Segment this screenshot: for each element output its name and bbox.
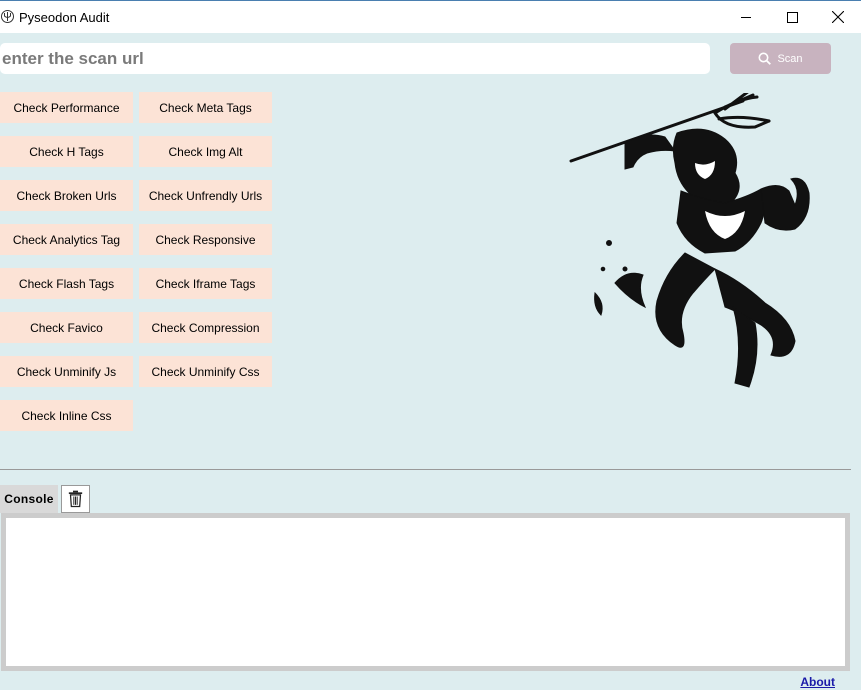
console-tab-label: Console bbox=[0, 485, 58, 513]
section-divider bbox=[0, 469, 851, 470]
trash-icon bbox=[68, 490, 83, 508]
minimize-button[interactable] bbox=[723, 1, 769, 33]
check-performance-button[interactable]: Check Performance bbox=[0, 92, 133, 123]
check-inline-css-button[interactable]: Check Inline Css bbox=[0, 400, 133, 431]
search-icon bbox=[758, 52, 772, 65]
check-meta-tags-button[interactable]: Check Meta Tags bbox=[139, 92, 272, 123]
close-icon bbox=[832, 11, 844, 23]
check-broken-urls-button[interactable]: Check Broken Urls bbox=[0, 180, 133, 211]
maximize-icon bbox=[786, 11, 798, 23]
title-bar: Pyseodon Audit bbox=[0, 0, 861, 33]
check-img-alt-button[interactable]: Check Img Alt bbox=[139, 136, 272, 167]
poseidon-mascot-image bbox=[569, 93, 810, 388]
about-link[interactable]: About bbox=[800, 675, 835, 689]
scan-url-input[interactable] bbox=[0, 43, 710, 74]
check-responsive-button[interactable]: Check Responsive bbox=[139, 224, 272, 255]
check-h-tags-button[interactable]: Check H Tags bbox=[0, 136, 133, 167]
main-panel: Scan Check Performance Check Meta Tags C… bbox=[0, 33, 861, 693]
scan-button-label: Scan bbox=[777, 52, 803, 65]
check-compression-button[interactable]: Check Compression bbox=[139, 312, 272, 343]
check-flash-tags-button[interactable]: Check Flash Tags bbox=[0, 268, 133, 299]
minimize-icon bbox=[741, 17, 751, 18]
maximize-button[interactable] bbox=[769, 1, 815, 33]
window-title: Pyseodon Audit bbox=[19, 10, 110, 25]
close-button[interactable] bbox=[815, 1, 861, 33]
check-iframe-tags-button[interactable]: Check Iframe Tags bbox=[139, 268, 272, 299]
check-analytics-tag-button[interactable]: Check Analytics Tag bbox=[0, 224, 133, 255]
check-unfriendly-urls-button[interactable]: Check Unfrendly Urls bbox=[139, 180, 272, 211]
console-output[interactable] bbox=[1, 513, 850, 671]
check-unminify-js-button[interactable]: Check Unminify Js bbox=[0, 356, 133, 387]
check-favico-button[interactable]: Check Favico bbox=[0, 312, 133, 343]
app-trident-icon bbox=[1, 10, 14, 23]
check-unminify-css-button[interactable]: Check Unminify Css bbox=[139, 356, 272, 387]
clear-console-button[interactable] bbox=[61, 485, 90, 513]
scan-button[interactable]: Scan bbox=[730, 43, 831, 74]
